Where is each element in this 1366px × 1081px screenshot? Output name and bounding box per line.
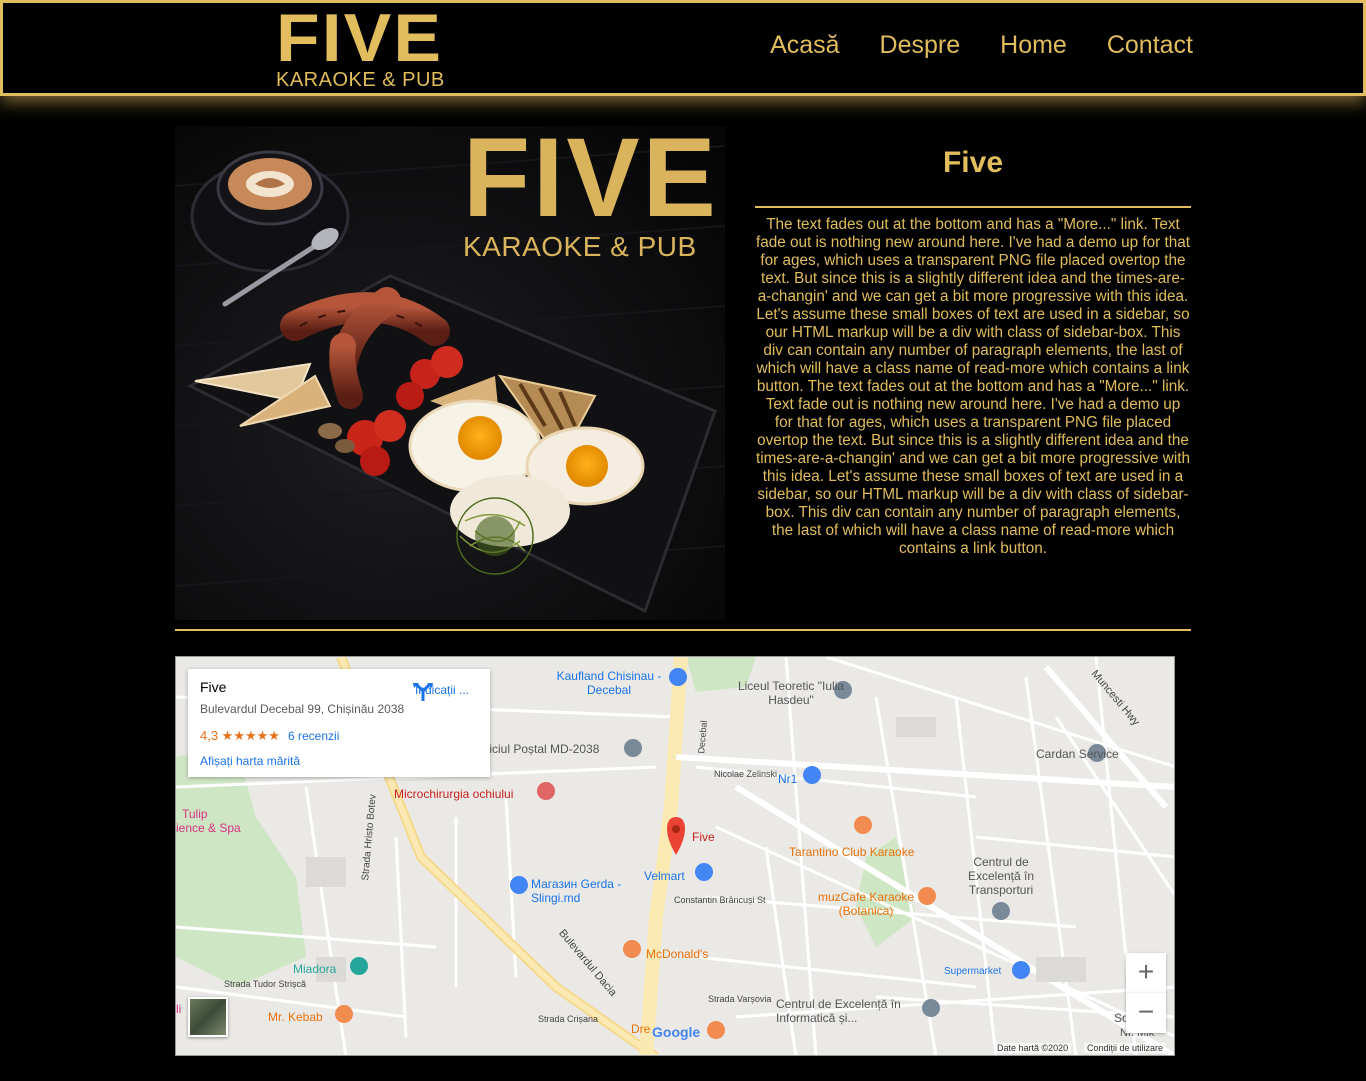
satellite-toggle[interactable] [188,997,228,1037]
map-label-microchirurgia: Microchirurgia ochiului [394,787,514,801]
logo-wordmark: FIVE [276,0,444,76]
map-label-tudor: Strada Tudor Strișcă [224,979,307,989]
map-label-nicolae: Nicolae Zelinski [714,769,778,779]
section-divider [175,629,1191,631]
place-address: Bulevardul Decebal 99, Chișinău 2038 [200,702,405,716]
map-label-mcdonalds: McDonald's [646,947,709,961]
map-label-varsovia: Strada Varșovia [708,994,772,1004]
map-label-cardan: Cardan Service [1036,747,1119,761]
map-label-liceu: Liceul Teoretic "Iulia Hasdeu" [737,679,845,707]
map-label-supermarket: Supermarket [944,966,1002,977]
map-label-tarantino: Tarantino Club Karaoke [789,845,915,859]
place-rating: 4,3 ★★★★★ [200,728,280,743]
nav-item-contact[interactable]: Contact [1107,31,1193,60]
map-label-kaufland: Kaufland Chisinau - Decebal [556,669,662,697]
nav-item-despre[interactable]: Despre [880,31,961,60]
map-label-centrul-transport: Centrul de Excelență în Transporturi [967,855,1035,897]
hero-image: FIVE KARAOKE & PUB [175,126,725,620]
map-label-muzcafe: muzCafe Karaoke (Botanica) [817,890,915,918]
map-label-mrkebab: Mr. Kebab [268,1010,323,1024]
map-label-dre: Dre [631,1022,651,1036]
map-label-constantin: Constantin Brâncuși St [674,895,766,905]
map-label-clinica: li [176,1002,182,1016]
map-label-miadora: Miadora [293,962,337,976]
map-label-spa: ience & Spa [176,821,241,835]
google-map[interactable]: Kaufland Chisinau - Decebal Liceul Teore… [175,656,1175,1056]
map-label-centrul-informatica: Centrul de Excelență în Informatică și..… [776,997,901,1025]
about-text: The text fades out at the bottom and has… [755,216,1191,557]
place-name: Five [200,679,227,695]
nav-item-home[interactable]: Home [1000,31,1067,60]
terms-link[interactable]: Condiții de utilizare [1084,1043,1167,1053]
map-label-crisana: Strada Crișana [538,1014,599,1024]
about-title: Five [942,146,1004,179]
directions-icon [413,682,433,701]
map-data-credit: Date hartă ©2020 [994,1043,1072,1053]
site-logo[interactable]: FIVE KARAOKE & PUB [276,4,471,91]
hero-logo: FIVE KARAOKE & PUB [463,126,721,262]
map-label-tulip: Tulip [182,807,208,821]
map-label-five[interactable]: Five [692,830,715,844]
larger-map-link[interactable]: Afișați harta mărită [200,754,300,768]
about-divider [755,206,1191,208]
map-label-oficiul: ficiul Poștal MD-2038 [486,742,600,756]
zoom-out-button[interactable]: − [1126,993,1166,1033]
reviews-link[interactable]: 6 recenzii [288,729,339,743]
map-label-gerda: Магазин Gerda -Slingi.md [531,877,622,905]
map-label-velmart: Velmart [644,869,685,883]
about-section: Five The text fades out at the bottom an… [755,126,1191,558]
main-nav: Acasă Despre Home Contact [770,31,1193,60]
site-header: FIVE KARAOKE & PUB Acasă Despre Home Con… [0,0,1366,96]
google-logo: Google [652,1024,701,1040]
map-label-nr1: Nr1 [778,772,798,786]
place-info-card: Five Bulevardul Decebal 99, Chișinău 203… [188,669,490,777]
hero-logo-wordmark: FIVE [463,126,719,240]
nav-item-acasa[interactable]: Acasă [770,31,839,60]
directions-button[interactable]: Indicații ... [412,681,472,701]
zoom-in-button[interactable]: + [1126,953,1166,993]
